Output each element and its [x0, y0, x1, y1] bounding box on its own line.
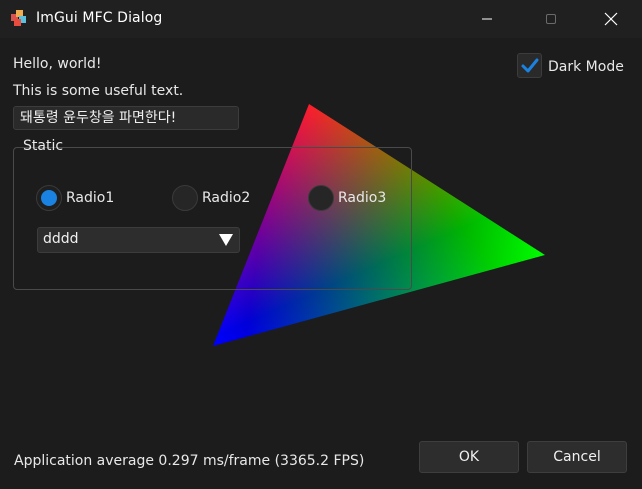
- close-button[interactable]: [588, 0, 634, 38]
- radio3-label[interactable]: Radio3: [338, 190, 386, 206]
- minimize-button[interactable]: [464, 0, 510, 38]
- dark-mode-label[interactable]: Dark Mode: [548, 59, 624, 75]
- useful-text: This is some useful text.: [13, 83, 184, 99]
- minimize-icon: [482, 18, 492, 20]
- combo-box[interactable]: dddd: [37, 227, 240, 253]
- radio3-button[interactable]: [308, 185, 334, 211]
- dialog-content: Hello, world! This is some useful text. …: [0, 38, 642, 489]
- dark-mode-checkbox[interactable]: [517, 53, 542, 78]
- title-bar[interactable]: ImGui MFC Dialog: [0, 0, 642, 38]
- mfc-app-icon: [11, 10, 26, 26]
- ok-button[interactable]: OK: [419, 441, 519, 473]
- close-icon: [604, 12, 618, 26]
- fps-status-text: Application average 0.297 ms/frame (3365…: [14, 453, 365, 469]
- window-title: ImGui MFC Dialog: [36, 10, 163, 26]
- combo-value: dddd: [43, 231, 79, 247]
- radio2-label[interactable]: Radio2: [202, 190, 250, 206]
- dialog-window: ImGui MFC Dialog Hello, world! This is s…: [0, 0, 642, 489]
- dropdown-triangle-icon[interactable]: [218, 233, 234, 247]
- radio1-selected-dot: [41, 190, 57, 206]
- hello-text: Hello, world!: [13, 56, 102, 72]
- maximize-icon: [546, 14, 556, 24]
- radio2-button[interactable]: [172, 185, 198, 211]
- radio1-button[interactable]: [36, 185, 62, 211]
- radio1-label[interactable]: Radio1: [66, 190, 114, 206]
- static-groupbox: [13, 147, 412, 290]
- maximize-button[interactable]: [528, 0, 574, 38]
- text-input-field[interactable]: 돼통령 윤두창을 파면한다!: [13, 106, 239, 130]
- static-group-title: Static: [23, 138, 64, 154]
- cancel-button[interactable]: Cancel: [527, 441, 627, 473]
- checkmark-icon: [521, 58, 539, 73]
